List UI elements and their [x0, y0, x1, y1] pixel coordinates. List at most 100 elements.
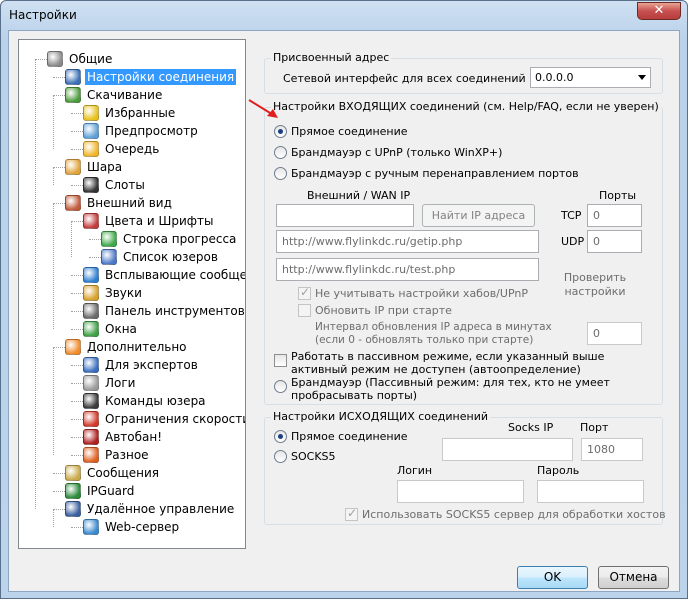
update-ip-label[interactable]: Обновить IP при старте [315, 304, 452, 317]
incoming-direct-radio[interactable] [274, 125, 287, 138]
expert-icon [83, 357, 99, 373]
outgoing-direct-label[interactable]: Прямое соединение [291, 430, 408, 443]
appearance-icon [65, 195, 81, 211]
share-icon [65, 159, 81, 175]
incoming-direct-label[interactable]: Прямое соединение [291, 125, 408, 138]
tree-item-label: Дополнительно [87, 340, 187, 354]
interface-select[interactable]: 0.0.0.0 [530, 67, 651, 88]
manual-ports-label[interactable]: Брандмауэр с ручным перенаправлением пор… [291, 167, 579, 180]
network-icon [65, 69, 81, 85]
wan-ip-input[interactable] [276, 204, 414, 227]
ignore-upnp-label[interactable]: Не учитывать настройки хабов/UPnP [315, 287, 528, 300]
webserver-icon [83, 519, 99, 535]
tree-item-label: Звуки [105, 286, 142, 300]
tree-item-label: Для экспертов [105, 358, 198, 372]
misc-icon [83, 447, 99, 463]
assigned-address-title: Присвоенный адрес [271, 51, 392, 64]
incoming-title: Настройки ВХОДЯЩИХ соединений (см. Help/… [271, 100, 661, 113]
tree-item-label: IPGuard [87, 484, 135, 498]
tree-item-label: Предпросмотр [105, 124, 198, 138]
advanced-icon [65, 339, 81, 355]
tree-connector [53, 491, 65, 492]
tree-guide [35, 59, 36, 509]
tree-connector [53, 473, 65, 474]
speed-limit-icon [83, 411, 99, 427]
users-icon [101, 249, 117, 265]
tree-connector [71, 437, 83, 438]
passive-mode-checkbox[interactable] [274, 354, 287, 367]
tree-item-label: Цвета и Шрифты [105, 214, 214, 228]
tree-connector [53, 509, 65, 510]
logs-icon [83, 375, 99, 391]
tree-item-label: Очередь [105, 142, 160, 156]
ipguard-icon [65, 483, 81, 499]
socks-port-input[interactable]: 1080 [581, 438, 643, 461]
socks-ip-label: Socks IP [508, 421, 554, 434]
upnp-radio[interactable] [274, 146, 287, 159]
use-socks-label[interactable]: Использовать SOCKS5 сервер для обработки… [362, 508, 666, 521]
tree-connector [71, 419, 83, 420]
firewall-passive-label[interactable]: Брандмауэр (Пассивный режим: для тех, кт… [291, 376, 656, 402]
tree-connector [71, 293, 83, 294]
tree-connector [71, 311, 83, 312]
update-ip-checkbox[interactable] [298, 304, 311, 317]
title-bar: Настройки ✕ [1, 1, 687, 31]
check-settings-link[interactable]: Проверить настройки [563, 271, 627, 299]
use-socks-checkbox[interactable] [345, 506, 358, 521]
messages-icon [65, 465, 81, 481]
find-ip-button[interactable]: Найти IP адреса [422, 204, 535, 227]
tree-connector [71, 185, 83, 186]
socks-ip-input[interactable] [442, 438, 573, 461]
sound-icon [83, 285, 99, 301]
manual-ports-radio[interactable] [274, 167, 287, 180]
tree-item-label: Скачивание [87, 88, 163, 102]
download-icon [65, 87, 81, 103]
tree-item-label: Настройки соединения [85, 69, 237, 85]
tree-guide [71, 221, 72, 257]
tree-item-label: Всплывающие сообщения [105, 268, 246, 282]
tcp-port-input[interactable]: 0 [587, 204, 642, 227]
outgoing-direct-radio[interactable] [274, 430, 287, 443]
tree-guide [53, 95, 54, 149]
preview-icon [83, 123, 99, 139]
ports-label: Порты [599, 189, 637, 202]
tree-connector [71, 455, 83, 456]
tree-item-label: Список юзеров [123, 250, 218, 264]
password-input[interactable] [537, 480, 644, 503]
ignore-upnp-checkbox[interactable] [298, 285, 311, 300]
test-url-input[interactable]: http://www.flylinkdc.ru/test.php [276, 258, 539, 281]
upnp-label[interactable]: Брандмауэр с UPnP (только WinXP+) [291, 146, 502, 159]
queue-icon [83, 141, 99, 157]
outgoing-title: Настройки ИСХОДЯЩИХ соединений [271, 410, 490, 423]
tree-connector [89, 257, 101, 258]
getip-url-input[interactable]: http://www.flylinkdc.ru/getip.php [276, 230, 539, 253]
udp-port-input[interactable]: 0 [587, 230, 642, 253]
socks5-label[interactable]: SOCKS5 [291, 450, 336, 463]
close-button[interactable]: ✕ [637, 2, 681, 20]
tree-connector [71, 131, 83, 132]
ok-button[interactable]: OK [517, 566, 588, 589]
tree-item-label: Избранные [105, 106, 176, 120]
tree-connector [71, 275, 83, 276]
tree-item-label: Общие [69, 52, 113, 66]
tree-connector [53, 167, 65, 168]
wan-ip-label: Внешний / WAN IP [307, 189, 411, 202]
tree-connector [53, 77, 65, 78]
tree-connector [53, 203, 65, 204]
progress-icon [101, 231, 117, 247]
settings-tree[interactable]: Общие Настройки соединения Скачивание Избра… [18, 39, 246, 549]
firewall-passive-radio[interactable] [274, 380, 287, 393]
cancel-button[interactable]: Отмена [598, 566, 669, 589]
interface-label: Сетевой интерфейс для всех соединений [283, 72, 526, 85]
login-input[interactable] [397, 480, 524, 503]
outgoing-group: Настройки ИСХОДЯЩИХ соединений Прямое со… [264, 410, 666, 525]
tree-connector [71, 401, 83, 402]
socks5-radio[interactable] [274, 450, 287, 463]
tree-connector [35, 59, 47, 60]
tree-connector [71, 149, 83, 150]
tree-connector [71, 365, 83, 366]
interval-input[interactable]: 0 [587, 322, 642, 345]
tree-connector [71, 383, 83, 384]
udp-label: UDP [561, 235, 585, 248]
passive-mode-label[interactable]: Работать в пассивном режиме, если указан… [291, 350, 651, 376]
